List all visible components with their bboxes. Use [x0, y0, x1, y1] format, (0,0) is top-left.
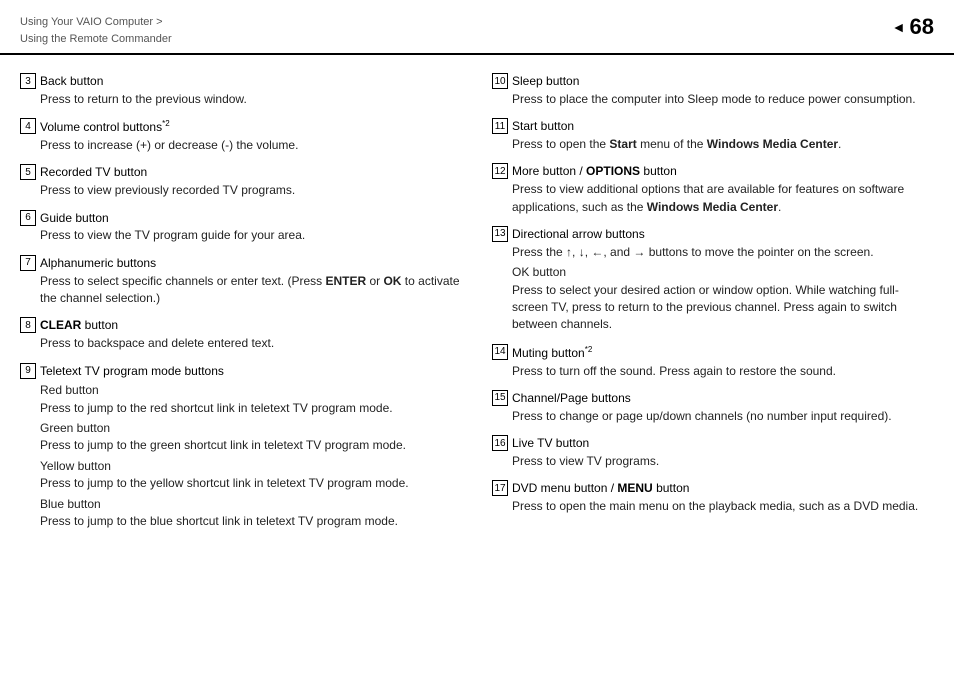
- entry-title-8: CLEAR button: [40, 317, 118, 334]
- entry-5: 5 Recorded TV button Press to view previ…: [20, 164, 462, 199]
- sub-entry-ok: OK button Press to select your desired a…: [512, 264, 934, 334]
- entry-title-17: DVD menu button / MENU button: [512, 480, 689, 497]
- entry-num-11: 11: [492, 118, 508, 134]
- entry-body-13: Press the ↑, ↓, ←, and → buttons to move…: [492, 244, 934, 334]
- entry-10: 10 Sleep button Press to place the compu…: [492, 73, 934, 108]
- entry-title-6: Guide button: [40, 210, 109, 227]
- entry-6: 6 Guide button Press to view the TV prog…: [20, 210, 462, 245]
- entry-num-15: 15: [492, 390, 508, 406]
- entry-body-8: Press to backspace and delete entered te…: [20, 335, 462, 352]
- entry-title-15: Channel/Page buttons: [512, 390, 631, 407]
- entry-13: 13 Directional arrow buttons Press the ↑…: [492, 226, 934, 334]
- entry-body-10: Press to place the computer into Sleep m…: [492, 91, 934, 108]
- entry-num-4: 4: [20, 118, 36, 134]
- entry-body-3: Press to return to the previous window.: [20, 91, 462, 108]
- entry-body-9: Red button Press to jump to the red shor…: [20, 382, 462, 530]
- entry-3: 3 Back button Press to return to the pre…: [20, 73, 462, 108]
- main-content: 3 Back button Press to return to the pre…: [0, 55, 954, 550]
- entry-body-7: Press to select specific channels or ent…: [20, 273, 462, 308]
- entry-body-14: Press to turn off the sound. Press again…: [492, 363, 934, 380]
- entry-title-10: Sleep button: [512, 73, 579, 90]
- entry-8: 8 CLEAR button Press to backspace and de…: [20, 317, 462, 352]
- right-column: 10 Sleep button Press to place the compu…: [492, 73, 934, 540]
- entry-num-16: 16: [492, 435, 508, 451]
- left-column: 3 Back button Press to return to the pre…: [20, 73, 462, 540]
- entry-body-16: Press to view TV programs.: [492, 453, 934, 470]
- entry-16: 16 Live TV button Press to view TV progr…: [492, 435, 934, 470]
- entry-num-17: 17: [492, 480, 508, 496]
- sub-entry-blue: Blue button Press to jump to the blue sh…: [40, 496, 462, 531]
- header-title: Using Your VAIO Computer > Using the Rem…: [20, 14, 172, 47]
- sub-entry-yellow: Yellow button Press to jump to the yello…: [40, 458, 462, 493]
- entry-7: 7 Alphanumeric buttons Press to select s…: [20, 255, 462, 308]
- entry-body-17: Press to open the main menu on the playb…: [492, 498, 934, 515]
- entry-15: 15 Channel/Page buttons Press to change …: [492, 390, 934, 425]
- entry-num-5: 5: [20, 164, 36, 180]
- entry-title-12: More button / OPTIONS button: [512, 163, 677, 180]
- page-number: ◄ 68: [892, 14, 934, 40]
- entry-4: 4 Volume control buttons*2 Press to incr…: [20, 118, 462, 154]
- entry-title-4: Volume control buttons*2: [40, 118, 170, 136]
- entry-body-5: Press to view previously recorded TV pro…: [20, 182, 462, 199]
- sub-entry-green: Green button Press to jump to the green …: [40, 420, 462, 455]
- entry-body-11: Press to open the Start menu of the Wind…: [492, 136, 934, 153]
- entry-title-7: Alphanumeric buttons: [40, 255, 156, 272]
- sub-entry-red: Red button Press to jump to the red shor…: [40, 382, 462, 417]
- page-arrow-icon: ◄: [892, 19, 906, 35]
- entry-body-12: Press to view additional options that ar…: [492, 181, 934, 216]
- entry-11: 11 Start button Press to open the Start …: [492, 118, 934, 153]
- entry-num-12: 12: [492, 163, 508, 179]
- entry-body-4: Press to increase (+) or decrease (-) th…: [20, 137, 462, 154]
- entry-num-8: 8: [20, 317, 36, 333]
- entry-title-9: Teletext TV program mode buttons: [40, 363, 224, 380]
- entry-title-14: Muting button*2: [512, 344, 592, 362]
- entry-num-9: 9: [20, 363, 36, 379]
- entry-12: 12 More button / OPTIONS button Press to…: [492, 163, 934, 216]
- entry-num-3: 3: [20, 73, 36, 89]
- entry-num-6: 6: [20, 210, 36, 226]
- entry-num-7: 7: [20, 255, 36, 271]
- entry-num-14: 14: [492, 344, 508, 360]
- entry-17: 17 DVD menu button / MENU button Press t…: [492, 480, 934, 515]
- entry-num-10: 10: [492, 73, 508, 89]
- entry-9: 9 Teletext TV program mode buttons Red b…: [20, 363, 462, 531]
- entry-14: 14 Muting button*2 Press to turn off the…: [492, 344, 934, 380]
- entry-title-5: Recorded TV button: [40, 164, 147, 181]
- entry-title-3: Back button: [40, 73, 103, 90]
- entry-body-15: Press to change or page up/down channels…: [492, 408, 934, 425]
- page-header: Using Your VAIO Computer > Using the Rem…: [0, 0, 954, 55]
- entry-title-16: Live TV button: [512, 435, 589, 452]
- page-container: Using Your VAIO Computer > Using the Rem…: [0, 0, 954, 674]
- entry-title-13: Directional arrow buttons: [512, 226, 645, 243]
- entry-body-6: Press to view the TV program guide for y…: [20, 227, 462, 244]
- entry-title-11: Start button: [512, 118, 574, 135]
- entry-num-13: 13: [492, 226, 508, 242]
